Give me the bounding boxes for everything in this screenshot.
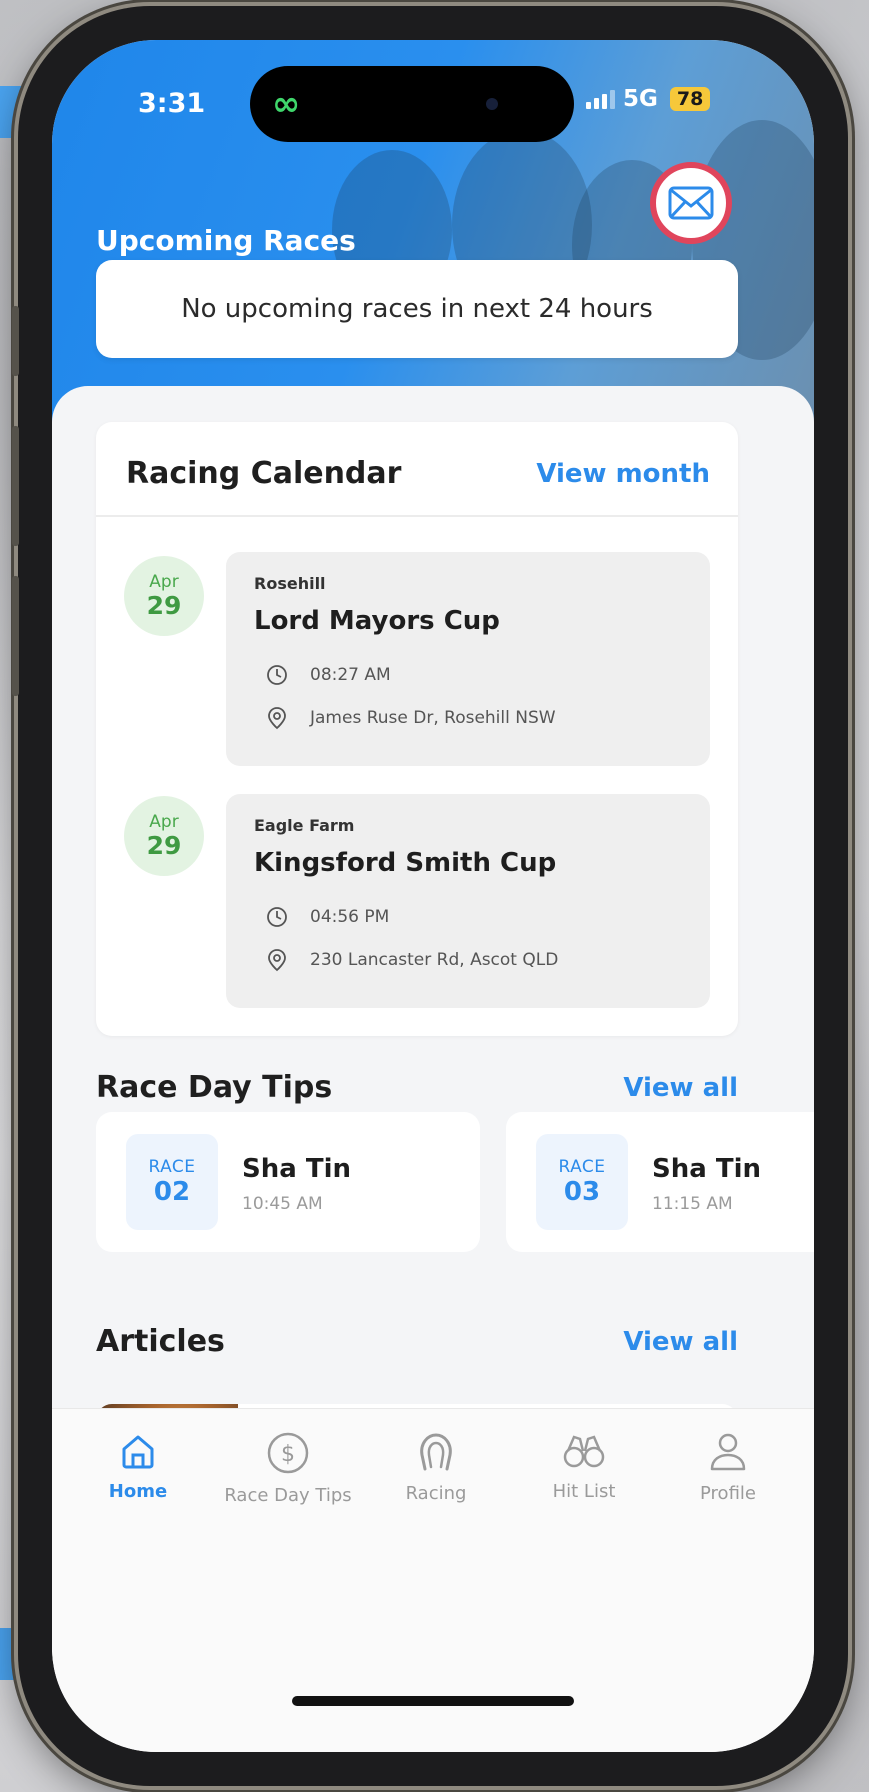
race-number: 02: [153, 1177, 191, 1207]
race-number-badge: RACE 02: [126, 1134, 218, 1230]
dynamic-island: ∞: [250, 66, 574, 142]
signal-icon: [586, 89, 615, 109]
battery-indicator: 78: [669, 87, 711, 111]
articles-header: Articles View all: [96, 1324, 738, 1359]
tab-profile[interactable]: Profile: [652, 1431, 804, 1504]
status-indicators: 5G 78: [586, 86, 711, 112]
upcoming-races-card: No upcoming races in next 24 hours: [96, 260, 738, 358]
event-name: Lord Mayors Cup: [254, 606, 500, 636]
event-date-badge: Apr 29: [124, 796, 204, 876]
event-name: Kingsford Smith Cup: [254, 848, 557, 878]
tip-venue: Sha Tin: [242, 1154, 351, 1184]
tab-label: Race Day Tips: [224, 1485, 352, 1506]
camera-dot: [486, 98, 498, 110]
home-indicator: [292, 1696, 574, 1706]
tab-racing[interactable]: Racing: [360, 1431, 512, 1504]
event-time-row: 08:27 AM: [266, 664, 391, 686]
event-day: 29: [146, 591, 182, 620]
network-type: 5G: [623, 86, 658, 112]
event-address-row: James Ruse Dr, Rosehill NSW: [266, 706, 556, 730]
event-address-row: 230 Lancaster Rd, Ascot QLD: [266, 948, 558, 972]
race-event-card[interactable]: Eagle Farm Kingsford Smith Cup 04:56 PM: [226, 794, 710, 1008]
action-button: [12, 306, 19, 376]
volume-up-button: [12, 426, 19, 546]
volume-down-button: [12, 576, 19, 696]
tab-race-day-tips[interactable]: $ Race Day Tips: [212, 1431, 364, 1506]
event-time-row: 04:56 PM: [266, 906, 389, 928]
status-time: 3:31: [138, 88, 206, 119]
race-number-badge: RACE 03: [536, 1134, 628, 1230]
race-label: RACE: [148, 1157, 196, 1177]
tab-home[interactable]: Home: [62, 1431, 214, 1502]
racing-calendar-card: Racing Calendar View month Apr 29 Rosehi…: [96, 422, 738, 1036]
tips-view-all-link[interactable]: View all: [623, 1073, 738, 1103]
tip-time: 11:15 AM: [652, 1194, 733, 1214]
tab-label: Home: [108, 1481, 168, 1502]
event-address: 230 Lancaster Rd, Ascot QLD: [310, 950, 559, 970]
phone-screen: 3:31 ∞ 5G 78 Upcoming Races No upcoming …: [52, 40, 814, 1752]
svg-text:$: $: [281, 1442, 295, 1467]
tab-label: Hit List: [552, 1481, 616, 1502]
race-tip-card[interactable]: RACE 02 Sha Tin 10:45 AM: [96, 1112, 480, 1252]
event-venue: Rosehill: [254, 574, 326, 593]
user-icon: [710, 1433, 746, 1471]
divider: [96, 515, 738, 517]
event-address: James Ruse Dr, Rosehill NSW: [310, 708, 556, 728]
page-title: Upcoming Races: [96, 224, 356, 257]
race-event-card[interactable]: Rosehill Lord Mayors Cup 08:27 AM James …: [226, 552, 710, 766]
view-month-link[interactable]: View month: [536, 459, 710, 489]
event-time: 08:27 AM: [310, 665, 391, 685]
horseshoe-icon: [420, 1433, 452, 1471]
articles-view-all-link[interactable]: View all: [623, 1327, 738, 1357]
race-label: RACE: [558, 1157, 606, 1177]
home-icon: [122, 1435, 154, 1469]
calendar-header: Racing Calendar View month: [126, 456, 710, 491]
clock-icon: [267, 907, 287, 927]
event-day: 29: [146, 831, 182, 860]
tab-label: Racing: [405, 1483, 467, 1504]
tip-venue: Sha Tin: [652, 1154, 761, 1184]
tips-title: Race Day Tips: [96, 1070, 333, 1105]
link-icon: ∞: [272, 84, 301, 124]
articles-title: Articles: [96, 1324, 225, 1359]
location-pin-icon: [268, 949, 286, 972]
binoculars-icon: [563, 1435, 605, 1468]
tip-time: 10:45 AM: [242, 1194, 323, 1214]
event-time: 04:56 PM: [310, 907, 390, 927]
race-number: 03: [563, 1177, 601, 1207]
tab-label: Profile: [700, 1483, 756, 1504]
race-tip-card[interactable]: RACE 03 Sha Tin 11:15 AM: [506, 1112, 814, 1252]
event-date-badge: Apr 29: [124, 556, 204, 636]
calendar-title: Racing Calendar: [126, 456, 402, 491]
clock-icon: [267, 665, 287, 685]
event-month: Apr: [149, 812, 179, 832]
location-pin-icon: [268, 707, 286, 730]
tab-hit-list[interactable]: Hit List: [508, 1431, 660, 1502]
phone-frame: 3:31 ∞ 5G 78 Upcoming Races No upcoming …: [12, 6, 848, 1786]
race-day-tips-header: Race Day Tips View all: [96, 1070, 738, 1105]
messages-button[interactable]: [650, 162, 732, 244]
upcoming-notice: No upcoming races in next 24 hours: [181, 294, 653, 324]
event-venue: Eagle Farm: [254, 816, 355, 835]
event-month: Apr: [149, 572, 179, 592]
dollar-icon: $: [267, 1432, 309, 1474]
mail-icon: [668, 186, 714, 220]
